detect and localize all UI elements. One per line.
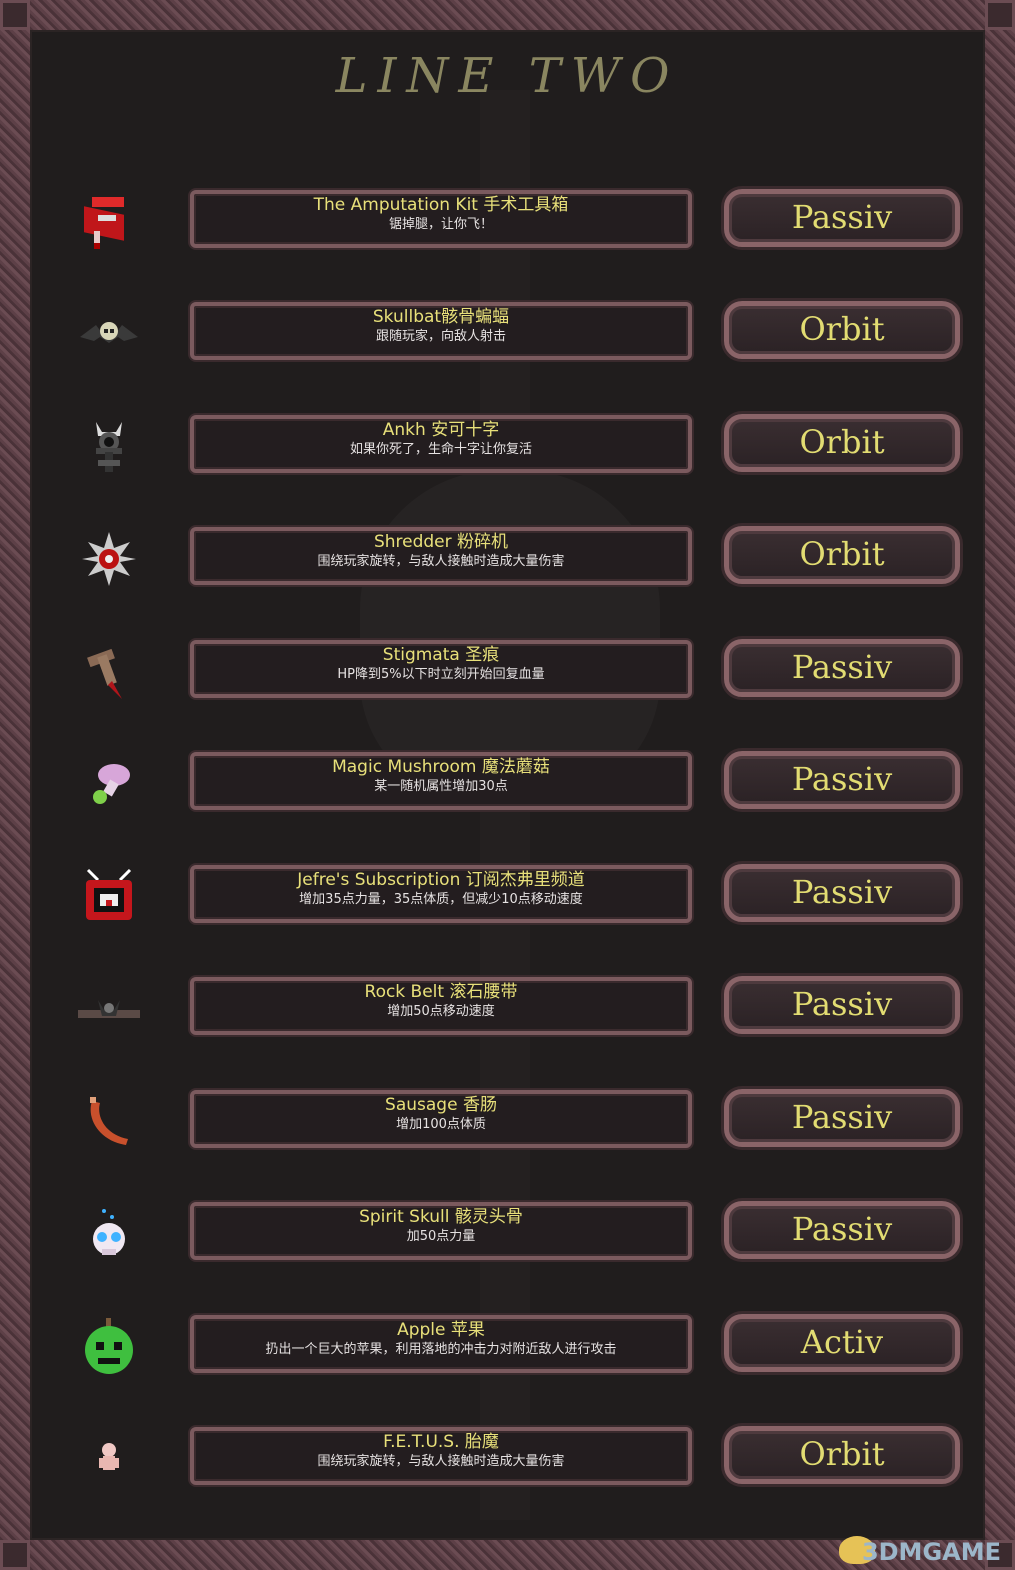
item-name: Apple 苹果 <box>397 1320 485 1340</box>
item-row: Ankh 安可十字如果你死了，生命十字让你复活 Orbit <box>0 411 1015 481</box>
frame-corner <box>0 0 30 30</box>
item-type-badge: Passiv <box>724 639 960 697</box>
item-effect: 锯掉腿，让你飞！ <box>388 217 493 232</box>
item-description-box: Skullbat骸骨蝙蝠跟随玩家，向敌人射击 <box>190 302 692 360</box>
item-type-badge: Passiv <box>724 976 960 1034</box>
item-effect: 加50点力量 <box>406 1229 476 1244</box>
item-description-box: Jefre's Subscription 订阅杰弗里频道增加35点力量，35点体… <box>190 865 692 923</box>
item-description-box: The Amputation Kit 手术工具箱锯掉腿，让你飞！ <box>190 190 692 248</box>
spiked-ball-icon <box>78 528 140 590</box>
apple-icon <box>78 1316 140 1378</box>
item-type-badge: Orbit <box>724 1426 960 1484</box>
item-name: The Amputation Kit 手术工具箱 <box>313 195 569 215</box>
item-effect: 跟随玩家，向敌人射击 <box>375 329 506 344</box>
item-name: Ankh 安可十字 <box>382 420 500 440</box>
site-watermark: 3DMGAME <box>861 1538 1001 1566</box>
item-description-box: Sausage 香肠增加100点体质 <box>190 1090 692 1148</box>
item-type-badge: Passiv <box>724 189 960 247</box>
item-name: Jefre's Subscription 订阅杰弗里频道 <box>297 870 585 890</box>
red-toolbox-icon <box>78 191 140 253</box>
item-name: Spirit Skull 骸灵头骨 <box>359 1207 523 1227</box>
item-name: Magic Mushroom 魔法蘑菇 <box>332 757 550 777</box>
skull-bat-icon <box>78 303 140 365</box>
horned-ankh-icon <box>78 416 140 478</box>
item-description-box: Stigmata 圣痕 HP降到5%以下时立刻开始回复血量 <box>190 640 692 698</box>
stake-icon <box>78 641 140 703</box>
item-type-badge: Passiv <box>724 1201 960 1259</box>
item-description-box: F.E.T.U.S. 胎魔围绕玩家旋转，与敌人接触时造成大量伤害 <box>190 1427 692 1485</box>
item-type-badge: Passiv <box>724 751 960 809</box>
item-type-badge: Activ <box>724 1314 960 1372</box>
item-row: Magic Mushroom 魔法蘑菇某一随机属性增加30点 Passiv <box>0 748 1015 818</box>
item-name: Rock Belt 滚石腰带 <box>364 982 518 1002</box>
item-effect: 扔出一个巨大的苹果，利用落地的冲击力对附近敌人进行攻击 <box>265 1342 617 1357</box>
item-type-badge: Orbit <box>724 414 960 472</box>
item-row: The Amputation Kit 手术工具箱锯掉腿，让你飞！ Passiv <box>0 186 1015 256</box>
item-type-badge: Orbit <box>724 526 960 584</box>
mushroom-icon <box>78 753 140 815</box>
item-row: Rock Belt 滚石腰带增加50点移动速度 Passiv <box>0 973 1015 1043</box>
item-row: Sausage 香肠增加100点体质 Passiv <box>0 1086 1015 1156</box>
fetus-icon <box>78 1428 140 1490</box>
item-name: Sausage 香肠 <box>385 1095 497 1115</box>
item-effect: 增加100点体质 <box>396 1117 486 1132</box>
item-name: F.E.T.U.S. 胎魔 <box>383 1432 499 1452</box>
item-type-badge: Passiv <box>724 864 960 922</box>
spirit-skull-icon <box>78 1203 140 1265</box>
item-type-badge: Passiv <box>724 1089 960 1147</box>
item-description-box: Ankh 安可十字如果你死了，生命十字让你复活 <box>190 415 692 473</box>
item-description-box: Apple 苹果扔出一个巨大的苹果，利用落地的冲击力对附近敌人进行攻击 <box>190 1315 692 1373</box>
frame-corner <box>0 1540 30 1570</box>
tv-icon <box>78 866 140 928</box>
item-row: Shredder 粉碎机围绕玩家旋转，与敌人接触时造成大量伤害 Orbit <box>0 523 1015 593</box>
item-description-box: Rock Belt 滚石腰带增加50点移动速度 <box>190 977 692 1035</box>
page-title: LINE TWO <box>335 48 680 104</box>
item-effect: 围绕玩家旋转，与敌人接触时造成大量伤害 <box>317 1454 565 1469</box>
sausage-icon <box>78 1091 140 1153</box>
item-row: Jefre's Subscription 订阅杰弗里频道增加35点力量，35点体… <box>0 861 1015 931</box>
item-row: Skullbat骸骨蝙蝠跟随玩家，向敌人射击 Orbit <box>0 298 1015 368</box>
item-effect: 如果你死了，生命十字让你复活 <box>349 442 532 457</box>
item-type-badge: Orbit <box>724 301 960 359</box>
item-description-box: Shredder 粉碎机围绕玩家旋转，与敌人接触时造成大量伤害 <box>190 527 692 585</box>
frame-top <box>0 0 1015 30</box>
frame-corner <box>985 0 1015 30</box>
item-row: Stigmata 圣痕 HP降到5%以下时立刻开始回复血量 Passiv <box>0 636 1015 706</box>
item-description-box: Magic Mushroom 魔法蘑菇某一随机属性增加30点 <box>190 752 692 810</box>
item-name: Shredder 粉碎机 <box>373 532 509 552</box>
item-row: F.E.T.U.S. 胎魔围绕玩家旋转，与敌人接触时造成大量伤害 Orbit <box>0 1423 1015 1493</box>
item-effect: 某一随机属性增加30点 <box>374 779 508 794</box>
item-effect: 增加50点移动速度 <box>387 1004 495 1019</box>
item-name: Stigmata 圣痕 <box>382 645 500 665</box>
item-name: Skullbat骸骨蝙蝠 <box>372 307 510 327</box>
item-effect: HP降到5%以下时立刻开始回复血量 <box>337 667 545 682</box>
item-effect: 增加35点力量，35点体质，但减少10点移动速度 <box>299 892 583 907</box>
rock-belt-icon <box>78 978 140 1040</box>
item-description-box: Spirit Skull 骸灵头骨加50点力量 <box>190 1202 692 1260</box>
item-row: Apple 苹果扔出一个巨大的苹果，利用落地的冲击力对附近敌人进行攻击 Activ <box>0 1311 1015 1381</box>
item-row: Spirit Skull 骸灵头骨加50点力量 Passiv <box>0 1198 1015 1268</box>
item-effect: 围绕玩家旋转，与敌人接触时造成大量伤害 <box>317 554 565 569</box>
